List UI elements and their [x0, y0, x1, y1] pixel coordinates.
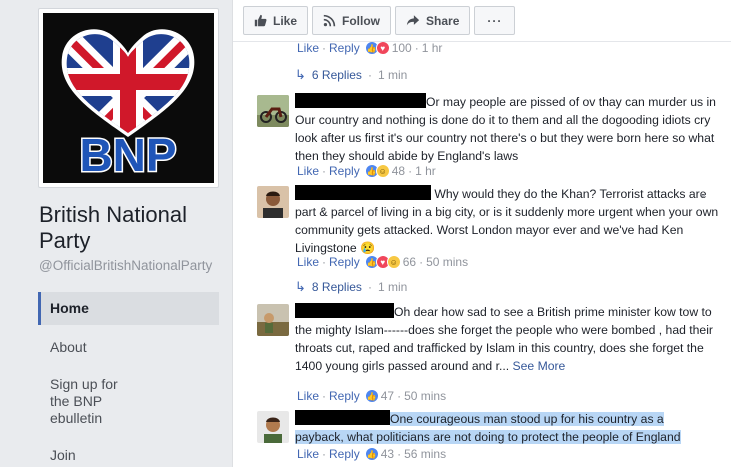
page-handle[interactable]: @OfficialBritishNationalParty [39, 258, 212, 273]
replies-count: 6 Replies [311, 68, 362, 82]
reply-link[interactable]: Reply [329, 164, 360, 178]
like-page-label: Like [273, 13, 298, 28]
share-page-label: Share [426, 13, 460, 28]
replies-count: 8 Replies [311, 280, 362, 294]
profile-picture-frame[interactable]: BNP [38, 8, 219, 188]
rss-icon [323, 14, 336, 27]
thumbs-up-icon [254, 14, 267, 27]
comment-time: 50 mins [426, 255, 469, 269]
view-replies-link[interactable]: ↳ 6 Replies · 1 min [295, 67, 407, 83]
like-link[interactable]: Like [297, 389, 319, 403]
reply-link[interactable]: Reply [329, 41, 360, 55]
comment-time: 50 mins [404, 389, 447, 403]
comment-text: Or may people are pissed of ov thay can … [295, 93, 716, 163]
profile-picture[interactable]: BNP [43, 13, 214, 183]
redacted-commenter-name [295, 410, 390, 425]
comment-time: 56 mins [404, 447, 447, 461]
comment-meta: Like · Reply 👍 ☺ 48 · 1 hr [297, 164, 436, 178]
follow-page-label: Follow [342, 13, 381, 28]
nav-item-join[interactable]: Join [38, 439, 219, 467]
comment-text: Oh dear how sad to see a British prime m… [295, 303, 713, 373]
comment-time: 1 hr [415, 164, 436, 178]
redacted-commenter-name [295, 185, 431, 200]
reply-link[interactable]: Reply [329, 389, 360, 403]
follow-page-button[interactable]: Follow [312, 6, 392, 35]
redacted-commenter-name [295, 93, 426, 108]
person-photo-icon [257, 411, 289, 443]
reaction-count: 43 [380, 447, 395, 461]
haha-reaction-icon: ☺ [375, 164, 390, 178]
person-photo-icon [257, 186, 289, 218]
love-reaction-icon: ♥ [375, 41, 390, 55]
reaction-icons[interactable]: 👍 [364, 389, 379, 403]
share-page-button[interactable]: Share [395, 6, 471, 35]
share-arrow-icon [406, 15, 420, 26]
reaction-count: 100 [391, 41, 412, 55]
logo-text: BNP [79, 129, 176, 181]
like-link[interactable]: Like [297, 41, 319, 55]
comment-meta: Like · Reply 👍 47 · 50 mins [297, 389, 447, 403]
comment-text: One courageous man stood up for his coun… [295, 410, 681, 444]
reply-link[interactable]: Reply [329, 447, 360, 461]
reply-arrow-icon: ↳ [295, 279, 306, 294]
nav-item-signup[interactable]: Sign up for the BNP ebulletin [38, 368, 138, 435]
comment-time: 1 hr [421, 41, 443, 55]
sad-emoji-icon: 😢 [360, 241, 376, 255]
bnp-logo-icon: BNP [61, 29, 195, 183]
like-link[interactable]: Like [297, 255, 319, 269]
see-more-link[interactable]: See More [513, 359, 566, 373]
replies-time: 1 min [377, 68, 408, 82]
like-reaction-icon: 👍 [364, 447, 379, 461]
like-link[interactable]: Like [297, 447, 319, 461]
view-replies-link[interactable]: ↳ 8 Replies · 1 min [295, 279, 407, 295]
page-action-bar: Like Follow Share ··· [243, 6, 516, 35]
comment-meta: Like · Reply 👍 ♥ ☺ 66 · 50 mins [297, 255, 469, 269]
reaction-count: 47 [380, 389, 395, 403]
more-options-button[interactable]: ··· [474, 6, 516, 35]
reaction-icons[interactable]: 👍 ♥ ☺ [364, 255, 401, 269]
like-page-button[interactable]: Like [243, 6, 309, 35]
haha-reaction-icon: ☺ [386, 255, 401, 269]
commenter-avatar[interactable] [257, 95, 289, 127]
reaction-icons[interactable]: 👍 [364, 447, 379, 461]
reaction-icons[interactable]: 👍 ☺ [364, 164, 390, 178]
commenter-avatar[interactable] [257, 411, 289, 443]
like-link[interactable]: Like [297, 164, 319, 178]
like-reaction-icon: 👍 [364, 389, 379, 403]
commenter-avatar[interactable] [257, 186, 289, 218]
more-options-icon: ··· [487, 13, 503, 28]
comment-text: Why would they do the Khan? Terrorist at… [295, 185, 719, 255]
nav-item-about[interactable]: About [38, 331, 219, 364]
replies-time: 1 min [377, 280, 408, 294]
page-title[interactable]: British National Party [39, 202, 224, 254]
reply-arrow-icon: ↳ [295, 67, 306, 82]
landscape-photo-icon [257, 304, 289, 336]
motorbike-photo-icon [257, 95, 289, 127]
comments-panel: Like Follow Share ··· Like · Reply 👍 ♥ 1… [232, 0, 731, 467]
redacted-commenter-name [295, 303, 394, 318]
nav-item-home[interactable]: Home [38, 292, 219, 325]
reaction-count: 66 [402, 255, 417, 269]
reaction-icons[interactable]: 👍 ♥ [364, 41, 390, 55]
commenter-avatar[interactable] [257, 304, 289, 336]
reaction-count: 48 [391, 164, 406, 178]
reply-link[interactable]: Reply [329, 255, 360, 269]
page-nav: Home About Sign up for the BNP ebulletin… [38, 292, 219, 467]
comment-meta-top: Like · Reply 👍 ♥ 100 · 1 hr [297, 41, 443, 55]
comment-meta: Like · Reply 👍 43 · 56 mins [297, 447, 447, 461]
left-column: BNP British National Party @OfficialBrit… [0, 0, 232, 467]
